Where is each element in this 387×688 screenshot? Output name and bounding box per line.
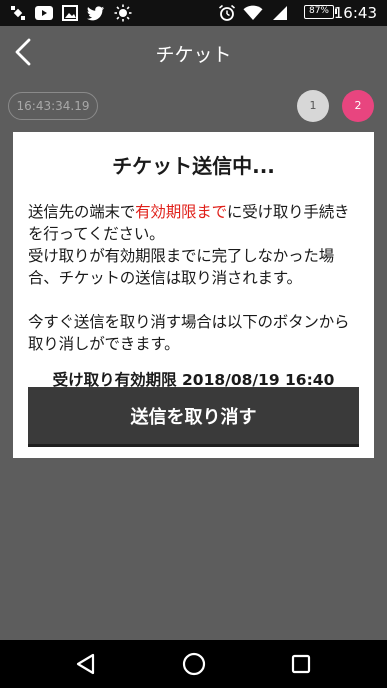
app-bar: チケット (0, 26, 387, 78)
dialog-message: 送信先の端末で有効期限までに受け取り手続きを行ってください。 受け取りが有効期限… (28, 201, 359, 355)
navigation-bar (0, 640, 387, 688)
nav-recents-button[interactable] (287, 650, 315, 678)
status-bar: 87% 16:43 (0, 0, 387, 26)
dialog-title: チケット送信中... (112, 154, 275, 178)
alarm-icon (218, 4, 236, 22)
message-paragraph-1: 送信先の端末で有効期限までに受け取り手続きを行ってください。 (28, 203, 350, 243)
wifi-icon (243, 4, 263, 22)
expiry-highlight: 有効期限まで (135, 203, 227, 221)
cell-signal-icon (272, 4, 288, 22)
triangle-back-icon (76, 653, 95, 675)
brightness-icon (114, 4, 132, 22)
circle-home-icon (182, 652, 206, 676)
youtube-icon (35, 4, 53, 22)
signal-satellite-icon (10, 4, 26, 22)
square-recents-icon (291, 654, 311, 674)
nav-home-button[interactable] (180, 650, 208, 678)
twitter-icon (87, 4, 105, 22)
step-indicator-1: 1 (297, 90, 329, 122)
page-title: チケット (155, 44, 232, 66)
sending-dialog: チケット送信中... 送信先の端末で有効期限までに受け取り手続きを行ってください… (13, 132, 374, 458)
battery-icon: 87% (304, 5, 337, 19)
status-time: 16:43 (333, 4, 377, 22)
nav-back-button[interactable] (72, 650, 100, 678)
image-icon (62, 4, 78, 22)
cancel-send-button[interactable]: 送信を取り消す (28, 387, 359, 447)
message-paragraph-2: 受け取りが有効期限までに完了しなかった場合、チケットの送信は取り消されます。 (28, 247, 335, 287)
message-paragraph-3: 今すぐ送信を取り消す場合は以下のボタンから取り消しができます。 (28, 313, 350, 353)
step-indicator-2: 2 (342, 90, 374, 122)
timestamp-pill: 16:43:34.19 (8, 92, 98, 120)
